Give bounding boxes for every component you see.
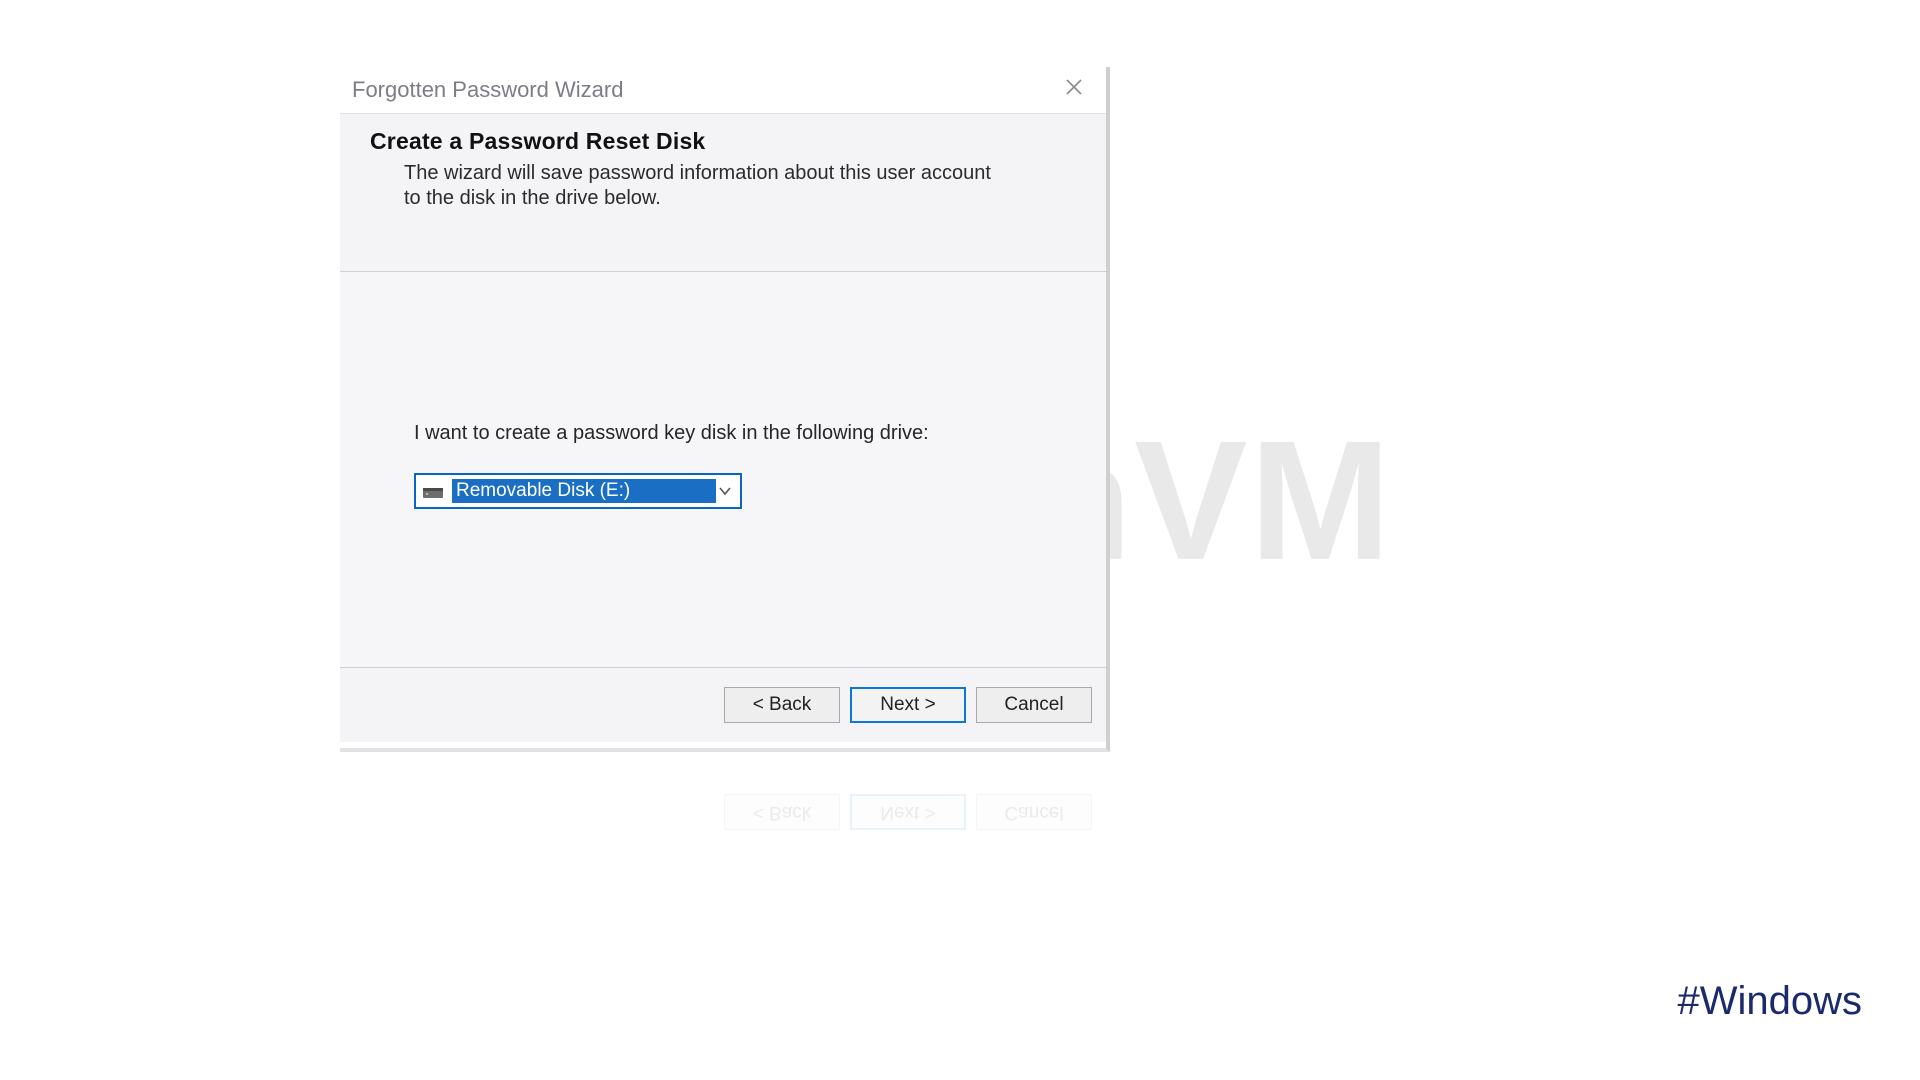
next-button[interactable]: Next >	[850, 687, 966, 723]
wizard-footer: < Back Next > Cancel	[340, 667, 1106, 742]
wizard-body: I want to create a password key disk in …	[340, 272, 1106, 667]
hashtag-label: #Windows	[1677, 979, 1862, 1024]
removable-disk-icon	[422, 483, 444, 499]
drive-selected-value: Removable Disk (E:)	[452, 479, 716, 503]
titlebar: Forgotten Password Wizard	[340, 67, 1106, 113]
cancel-button[interactable]: Cancel	[976, 687, 1092, 723]
drive-prompt: I want to create a password key disk in …	[414, 422, 1032, 445]
close-button[interactable]	[1054, 72, 1094, 108]
chevron-down-icon	[716, 482, 734, 500]
footer-reflection: < Back Next > Cancel	[340, 760, 1110, 830]
forgotten-password-wizard-dialog: Forgotten Password Wizard Create a Passw…	[340, 67, 1110, 752]
wizard-title: Create a Password Reset Disk	[370, 128, 1076, 155]
wizard-header: Create a Password Reset Disk The wizard …	[340, 113, 1106, 272]
drive-select[interactable]: Removable Disk (E:)	[414, 473, 742, 509]
back-button[interactable]: < Back	[724, 687, 840, 723]
wizard-subtitle: The wizard will save password informatio…	[404, 161, 994, 211]
window-title: Forgotten Password Wizard	[352, 77, 623, 103]
close-icon	[1065, 78, 1083, 102]
